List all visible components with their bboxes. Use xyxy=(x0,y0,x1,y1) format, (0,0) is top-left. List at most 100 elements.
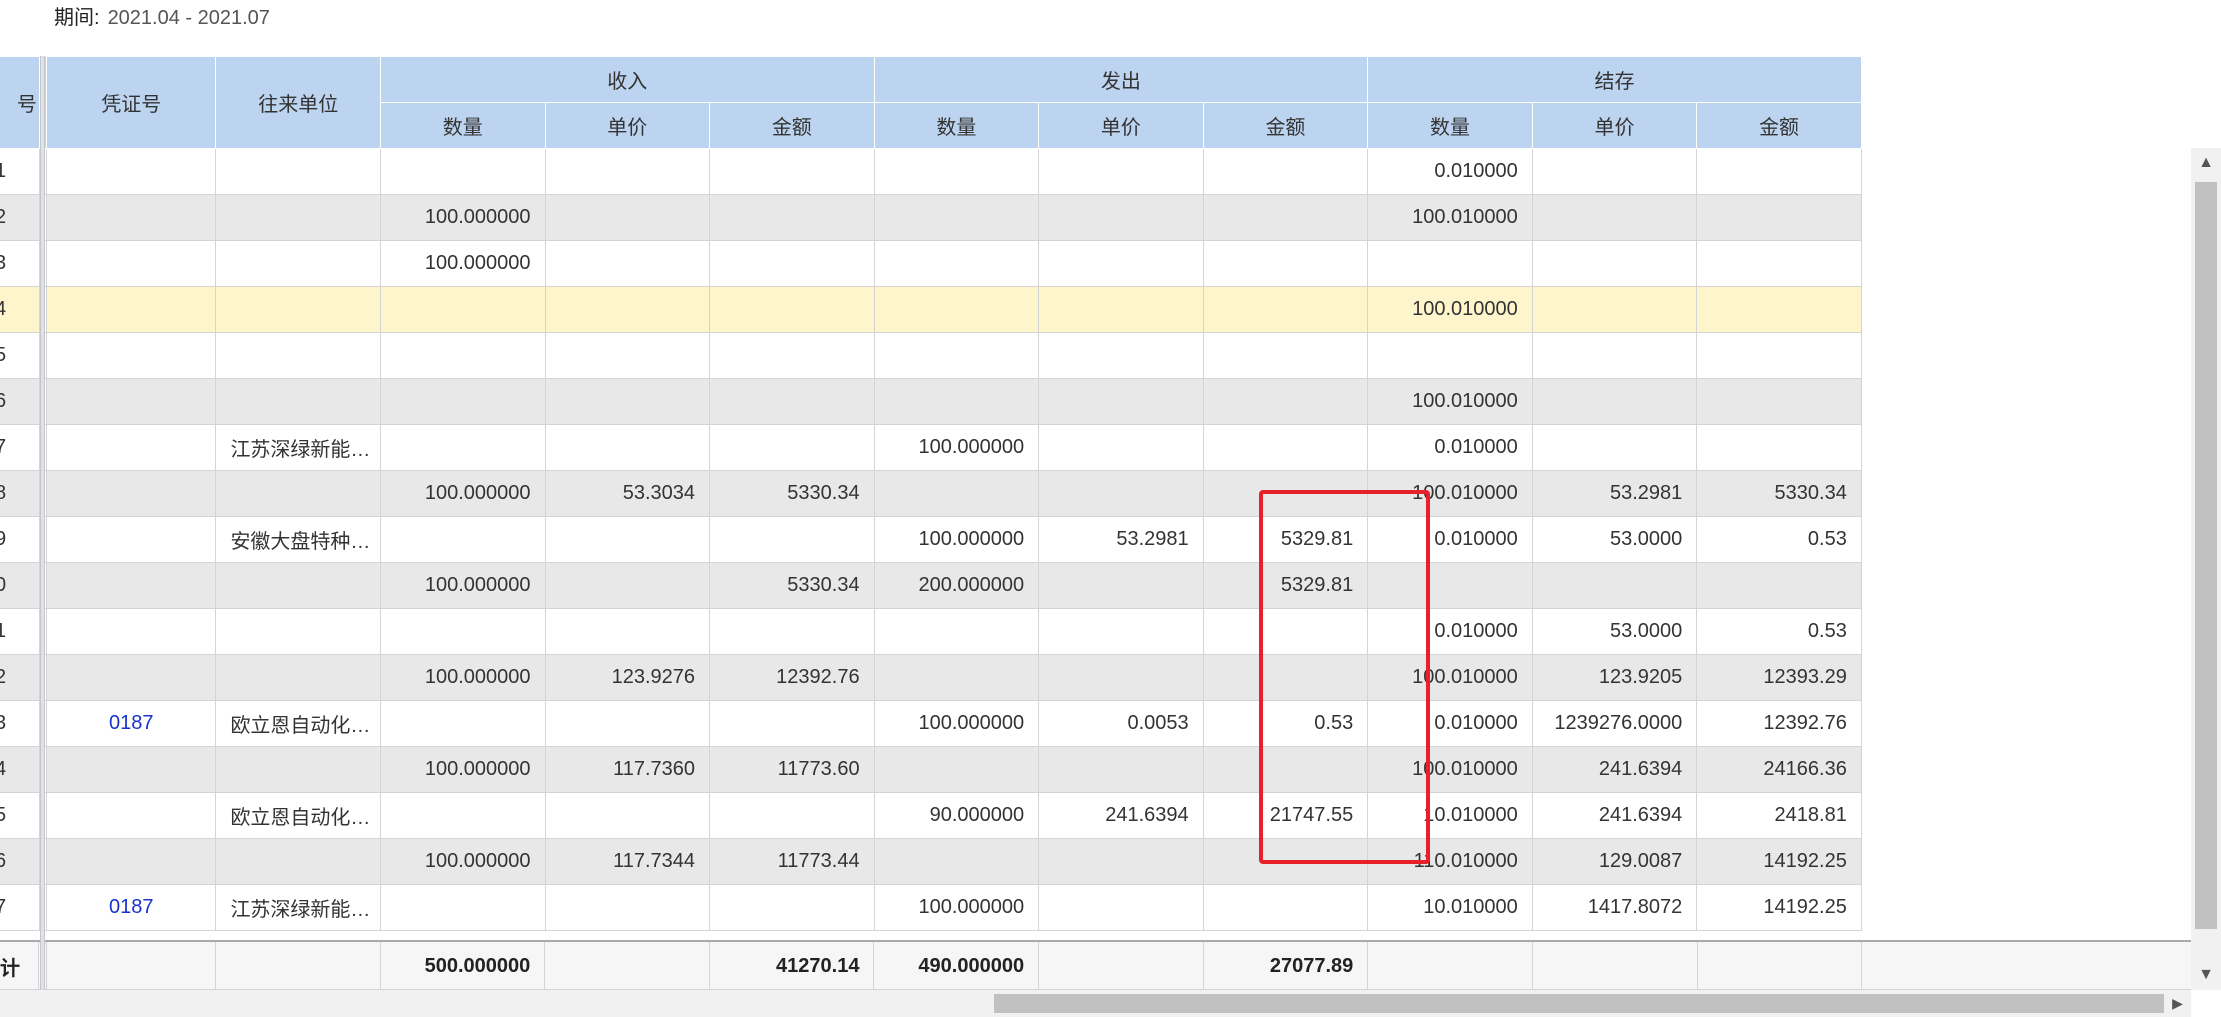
col-header-out-amount[interactable]: 金额 xyxy=(1202,102,1369,149)
col-header-seq[interactable]: 号 xyxy=(0,56,40,149)
table-row[interactable]: 1 0.010000 xyxy=(0,148,2191,195)
table-row[interactable]: 1 0.01000053.00000.53 xyxy=(0,608,2191,655)
voucher-link[interactable]: 0187 xyxy=(46,884,217,931)
row-out-qty: 100.000000 xyxy=(873,516,1040,563)
vertical-scrollbar[interactable]: ▲ ▼ xyxy=(2191,148,2221,990)
row-out-price: 53.2981 xyxy=(1038,516,1204,563)
table-row[interactable]: 6 100.010000 xyxy=(0,378,2191,425)
row-out-amount xyxy=(1202,286,1369,333)
row-voucher xyxy=(46,424,217,471)
row-out-qty xyxy=(873,332,1040,379)
row-bal-amount xyxy=(1696,240,1862,287)
row-out-price xyxy=(1038,194,1204,241)
row-partner xyxy=(215,608,381,655)
row-out-qty: 100.000000 xyxy=(873,424,1040,471)
scroll-up-icon[interactable]: ▲ xyxy=(2191,148,2221,178)
row-bal-amount: 12393.29 xyxy=(1696,654,1862,701)
col-header-bal-amount[interactable]: 金额 xyxy=(1696,102,1862,149)
table-row[interactable]: 2 100.000000 100.010000 xyxy=(0,194,2191,241)
period-label: 期间: xyxy=(54,7,100,29)
row-bal-qty: 100.010000 xyxy=(1367,286,1533,333)
table-row[interactable]: 3 100.000000 xyxy=(0,240,2191,287)
ledger-window: 期间: 2021.04 - 2021.07 号 凭证号 往来单位 收入 发出 结… xyxy=(0,0,2221,1017)
col-header-in-amount[interactable]: 金额 xyxy=(709,102,875,149)
row-voucher xyxy=(46,286,217,333)
row-out-price xyxy=(1038,562,1204,609)
row-bal-qty: 10.010000 xyxy=(1367,884,1533,931)
row-out-qty xyxy=(873,194,1040,241)
vertical-scroll-thumb[interactable] xyxy=(2195,182,2217,929)
row-in-qty: 100.000000 xyxy=(379,654,546,701)
row-voucher xyxy=(46,240,217,287)
table-row[interactable]: 9 安徽大盘特种… 100.00000053.29815329.810.010000… xyxy=(0,516,2191,563)
row-bal-price xyxy=(1531,378,1698,425)
row-bal-amount xyxy=(1696,424,1862,471)
row-voucher xyxy=(46,148,217,195)
row-seq: 4 xyxy=(0,746,40,793)
row-voucher xyxy=(46,654,217,701)
row-bal-price: 53.2981 xyxy=(1531,470,1698,517)
table-row[interactable]: 6 100.000000117.734411773.44 110.010000129… xyxy=(0,838,2191,885)
voucher-link[interactable]: 0187 xyxy=(46,700,217,747)
row-in-amount xyxy=(709,378,875,425)
frozen-column-divider[interactable] xyxy=(40,56,45,990)
col-header-in-price[interactable]: 单价 xyxy=(544,102,711,149)
col-header-voucher[interactable]: 凭证号 xyxy=(46,56,217,149)
row-out-price xyxy=(1038,286,1204,333)
row-out-price xyxy=(1038,332,1204,379)
row-out-qty xyxy=(873,286,1040,333)
table-row[interactable]: 0 100.000000 5330.34200.000000 5329.81 xyxy=(0,562,2191,609)
table-row[interactable]: 70187江苏深绿新能… 100.000000 10.0100001417.8072… xyxy=(0,884,2191,931)
table-row[interactable]: 2100.000000123.927612392.76100.010000123… xyxy=(0,654,2191,701)
row-in-price xyxy=(544,240,711,287)
col-header-out-price[interactable]: 单价 xyxy=(1038,102,1204,149)
table-row[interactable]: 4100.000000117.736011773.60100.010000241… xyxy=(0,746,2191,793)
row-bal-amount: 24166.36 xyxy=(1696,746,1862,793)
col-header-bal-qty[interactable]: 数量 xyxy=(1367,102,1533,149)
row-in-price xyxy=(544,608,711,655)
row-partner: 安徽大盘特种… xyxy=(215,516,381,563)
horizontal-scrollbar[interactable]: ▶ xyxy=(0,990,2191,1017)
scroll-down-icon[interactable]: ▼ xyxy=(2191,960,2221,990)
row-in-price xyxy=(544,700,711,747)
row-partner xyxy=(215,838,381,885)
period-info: 期间: 2021.04 - 2021.07 xyxy=(54,4,270,32)
total-in-qty: 500.000000 xyxy=(380,942,546,989)
total-in-amount: 41270.14 xyxy=(709,942,875,989)
row-in-price xyxy=(544,332,711,379)
row-voucher xyxy=(46,332,217,379)
col-header-partner[interactable]: 往来单位 xyxy=(215,56,381,149)
row-partner xyxy=(215,148,381,195)
scroll-right-icon[interactable]: ▶ xyxy=(2164,990,2191,1017)
table-row[interactable]: 4 100.010000 xyxy=(0,286,2191,333)
row-in-qty xyxy=(379,424,546,471)
table-row[interactable]: 5欧立恩自动化…90.000000241.639421747.5510.0100… xyxy=(0,792,2191,839)
table-body: 10.0100002100.000000100.0100003100.00000… xyxy=(0,148,2191,931)
row-partner: 江苏深绿新能… xyxy=(215,884,381,931)
table-row[interactable]: 5 xyxy=(0,332,2191,379)
table-row[interactable]: 8100.00000053.30345330.34100.01000053.29… xyxy=(0,470,2191,517)
row-out-amount xyxy=(1202,884,1369,931)
row-out-qty: 90.000000 xyxy=(873,792,1040,839)
col-header-out-qty[interactable]: 数量 xyxy=(873,102,1040,149)
row-bal-qty xyxy=(1367,240,1533,287)
row-out-amount xyxy=(1202,148,1369,195)
row-out-qty xyxy=(873,838,1040,885)
row-in-amount xyxy=(709,700,875,747)
row-in-amount: 5330.34 xyxy=(709,562,875,609)
row-voucher xyxy=(46,608,217,655)
row-bal-qty: 0.010000 xyxy=(1367,700,1533,747)
horizontal-scroll-thumb[interactable] xyxy=(994,994,2164,1013)
row-bal-amount: 0.53 xyxy=(1696,608,1862,655)
row-out-price xyxy=(1038,608,1204,655)
group-header-balance: 结存 xyxy=(1367,56,1862,103)
row-out-price xyxy=(1038,148,1204,195)
table-row[interactable]: 7 江苏深绿新能… 100.000000 0.010000 xyxy=(0,424,2191,471)
row-bal-qty: 0.010000 xyxy=(1367,516,1533,563)
row-in-price: 53.3034 xyxy=(544,470,711,517)
row-seq: 1 xyxy=(0,148,40,195)
table-row[interactable]: 30187欧立恩自动化… 100.0000000.00530.530.010000… xyxy=(0,700,2191,747)
col-header-in-qty[interactable]: 数量 xyxy=(379,102,546,149)
col-header-bal-price[interactable]: 单价 xyxy=(1531,102,1698,149)
ledger-table: 号 凭证号 往来单位 收入 发出 结存 数量 单价 金额 数量 单价 金额 数量 xyxy=(0,56,2191,931)
